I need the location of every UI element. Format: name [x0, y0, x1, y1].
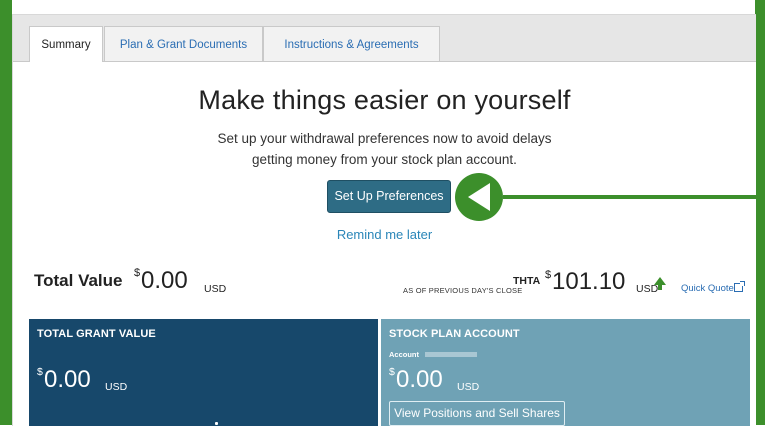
- total-value-amount: 0.00: [141, 267, 188, 294]
- quote-price: 101.10: [552, 268, 626, 295]
- grant-currency: $: [37, 366, 43, 378]
- total-value-currency: $: [134, 267, 141, 279]
- tab-plan-grant-documents[interactable]: Plan & Grant Documents: [104, 26, 263, 61]
- promo-line-2: getting money from your stock plan accou…: [252, 152, 517, 167]
- grant-unit: USD: [105, 381, 128, 393]
- total-value-unit: USD: [204, 283, 227, 295]
- callout-arrow-line: [503, 195, 756, 199]
- promo-headline: Make things easier on yourself: [198, 85, 571, 115]
- grant-amount: 0.00: [44, 366, 91, 393]
- stock-card-title: STOCK PLAN ACCOUNT: [389, 328, 520, 340]
- total-grant-value-card: TOTAL GRANT VALUE $ 0.00 USD: [29, 319, 378, 426]
- left-arrow-callout-triangle: [468, 183, 490, 211]
- quick-quote-link[interactable]: Quick Quote: [681, 283, 734, 294]
- summary-panel: Summary Plan & Grant Documents Instructi…: [12, 14, 756, 426]
- promo-description: Set up your withdrawal preferences now t…: [13, 128, 756, 170]
- green-border-right: [755, 0, 765, 425]
- set-up-preferences-button[interactable]: Set Up Preferences: [327, 180, 451, 213]
- account-number-redacted: [425, 352, 477, 357]
- tab-instructions-agreements[interactable]: Instructions & Agreements: [263, 26, 440, 61]
- promo-line-1: Set up your withdrawal preferences now t…: [217, 131, 552, 146]
- stock-plan-account-card: STOCK PLAN ACCOUNT Account $ 0.00 USD Vi…: [381, 319, 750, 426]
- quote-currency: $: [545, 269, 552, 281]
- total-value-label: Total Value: [34, 271, 123, 290]
- stock-unit: USD: [457, 381, 480, 393]
- stock-amount: 0.00: [396, 366, 443, 393]
- remind-me-later-link[interactable]: Remind me later: [13, 227, 756, 242]
- top-margin: [12, 0, 755, 14]
- account-label: Account: [389, 350, 419, 359]
- tab-summary[interactable]: Summary: [29, 26, 103, 62]
- view-positions-sell-shares-button[interactable]: View Positions and Sell Shares: [389, 401, 565, 426]
- quote-as-of: AS OF PREVIOUS DAY'S CLOSE: [403, 286, 523, 295]
- up-arrow-icon-stem: [658, 284, 662, 290]
- grant-card-title: TOTAL GRANT VALUE: [37, 328, 156, 340]
- green-border-left: [0, 0, 12, 425]
- tab-bar: Summary Plan & Grant Documents Instructi…: [13, 15, 756, 62]
- external-link-icon[interactable]: [734, 281, 745, 292]
- stock-currency: $: [389, 366, 395, 378]
